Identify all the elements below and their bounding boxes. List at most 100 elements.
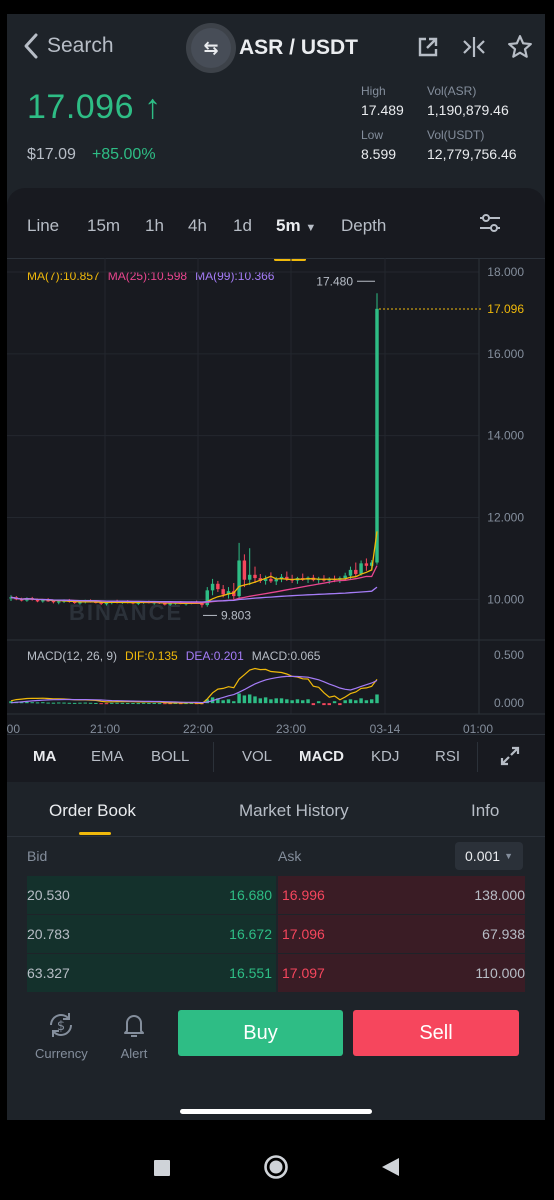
macd-bar [359, 698, 363, 704]
star-icon[interactable] [507, 34, 533, 60]
candle-body [41, 600, 45, 602]
pair-selector[interactable]: ⇆ ASR / USDT [191, 28, 358, 68]
candle-body [354, 569, 358, 574]
back-triangle-icon[interactable] [382, 1158, 400, 1181]
candle-body [269, 578, 273, 582]
min-price-label: 9.803 [221, 608, 251, 622]
share-icon[interactable] [415, 34, 441, 60]
home-indicator[interactable] [180, 1109, 372, 1114]
svg-text:$: $ [57, 1019, 65, 1034]
macd-bar [141, 702, 146, 704]
macd-bar [131, 702, 135, 704]
currency-icon: $ [50, 1013, 73, 1037]
macd-bar [311, 703, 316, 706]
macd-bar [285, 699, 289, 704]
compare-icon[interactable] [461, 34, 487, 60]
ma7-line [10, 531, 378, 605]
alert-button[interactable]: Alert [119, 1010, 149, 1061]
macd-bar [226, 699, 231, 704]
dea-value: DEA:0.201 [185, 649, 244, 663]
app-frame: Search ⇆ ASR / USDT 17.096 ↑ $17.09 +85.… [7, 14, 545, 1120]
tab-1d[interactable]: 1d [233, 216, 252, 236]
macd-bar [301, 700, 305, 704]
tab-4h[interactable]: 4h [188, 216, 207, 236]
back-label: Search [47, 34, 114, 57]
x-tick-label: 22:00 [183, 722, 213, 734]
macd-bar [369, 699, 374, 704]
macd-tick-label: 0.500 [494, 648, 524, 662]
orderbook-row[interactable]: 20.783 16.672 17.096 67.938 [27, 915, 525, 954]
vol-asset-value: 1,190,879.46 [427, 102, 509, 118]
tab-macd[interactable]: MACD [299, 748, 344, 765]
sell-button[interactable]: Sell [353, 1010, 519, 1056]
macd-bar [343, 700, 347, 704]
recents-icon[interactable] [154, 1160, 170, 1181]
macd-bar [232, 701, 236, 704]
ask-price: 16.996 [282, 887, 325, 903]
macd-bar [104, 703, 109, 705]
tab-vol[interactable]: VOL [242, 748, 272, 765]
macd-bar [274, 698, 278, 704]
currency-button[interactable]: $ Currency [35, 1010, 88, 1061]
divider [7, 836, 545, 837]
candle-body [57, 601, 61, 603]
currency-label: Currency [35, 1046, 88, 1061]
candle-body [375, 308, 379, 563]
tab-line[interactable]: Line [27, 216, 59, 236]
precision-selector[interactable]: 0.001 ▼ [455, 842, 523, 870]
macd-bar [51, 702, 56, 704]
orderbook-row[interactable]: 20.530 16.680 16.996 138.000 [27, 876, 525, 915]
ask-price: 17.096 [282, 926, 325, 942]
macd-bar [290, 700, 294, 704]
tab-market-history[interactable]: Market History [239, 801, 349, 821]
home-icon[interactable] [263, 1154, 289, 1185]
bid-price: 16.672 [229, 926, 272, 942]
candle-body [237, 560, 241, 597]
tab-kdj[interactable]: KDJ [371, 748, 399, 765]
orderbook-tab-underline [79, 832, 111, 835]
macd-bar [110, 702, 114, 704]
macd-bar [263, 697, 268, 704]
tab-depth[interactable]: Depth [341, 216, 386, 236]
macd-bar [253, 696, 257, 704]
macd-bar [338, 703, 342, 706]
vol-asset-label: Vol(ASR) [427, 84, 477, 98]
precision-value: 0.001 [465, 848, 501, 864]
back-button[interactable]: Search [21, 32, 114, 60]
fullscreen-icon[interactable] [499, 745, 521, 771]
chart-panel: Line 15m 1h 4h 1d 5m ▼ Depth MA(7):10.85… [7, 188, 545, 782]
x-tick-label: 21:00 [90, 722, 120, 734]
tab-1h[interactable]: 1h [145, 216, 164, 236]
tab-info[interactable]: Info [471, 801, 499, 821]
tab-5m[interactable]: 5m ▼ [276, 216, 316, 236]
x-tick-label: 23:00 [276, 722, 306, 734]
candle-body [221, 589, 225, 595]
ma25-line [10, 565, 378, 604]
tab-ma[interactable]: MA [33, 748, 56, 765]
vol-quote-label: Vol(USDT) [427, 128, 485, 142]
candle-body [242, 560, 247, 580]
tab-order-book[interactable]: Order Book [49, 801, 136, 821]
buy-button[interactable]: Buy [178, 1010, 343, 1056]
candle-body [348, 569, 353, 576]
candle-body [359, 563, 363, 574]
sliders-icon[interactable] [477, 210, 503, 241]
tab-rsi[interactable]: RSI [435, 748, 460, 765]
macd-bar [364, 700, 369, 704]
orderbook-row[interactable]: 63.327 16.551 17.097 110.000 [27, 954, 525, 993]
macd-bar [72, 702, 77, 704]
tab-boll[interactable]: BOLL [151, 748, 189, 765]
candle-body [216, 583, 220, 590]
macd-bar [147, 702, 151, 704]
macd-bar [67, 702, 72, 704]
chevron-left-icon [24, 33, 38, 59]
macd-bar [375, 694, 379, 704]
macd-bar [157, 703, 162, 705]
macd-bar [242, 695, 247, 704]
swap-icon[interactable]: ⇆ [191, 28, 231, 68]
timeframe-bar: Line 15m 1h 4h 1d 5m ▼ Depth [7, 206, 545, 261]
price-fiat: $17.09 [27, 146, 76, 163]
tab-15m[interactable]: 15m [87, 216, 120, 236]
bid-amount: 63.327 [27, 965, 70, 981]
tab-ema[interactable]: EMA [91, 748, 124, 765]
